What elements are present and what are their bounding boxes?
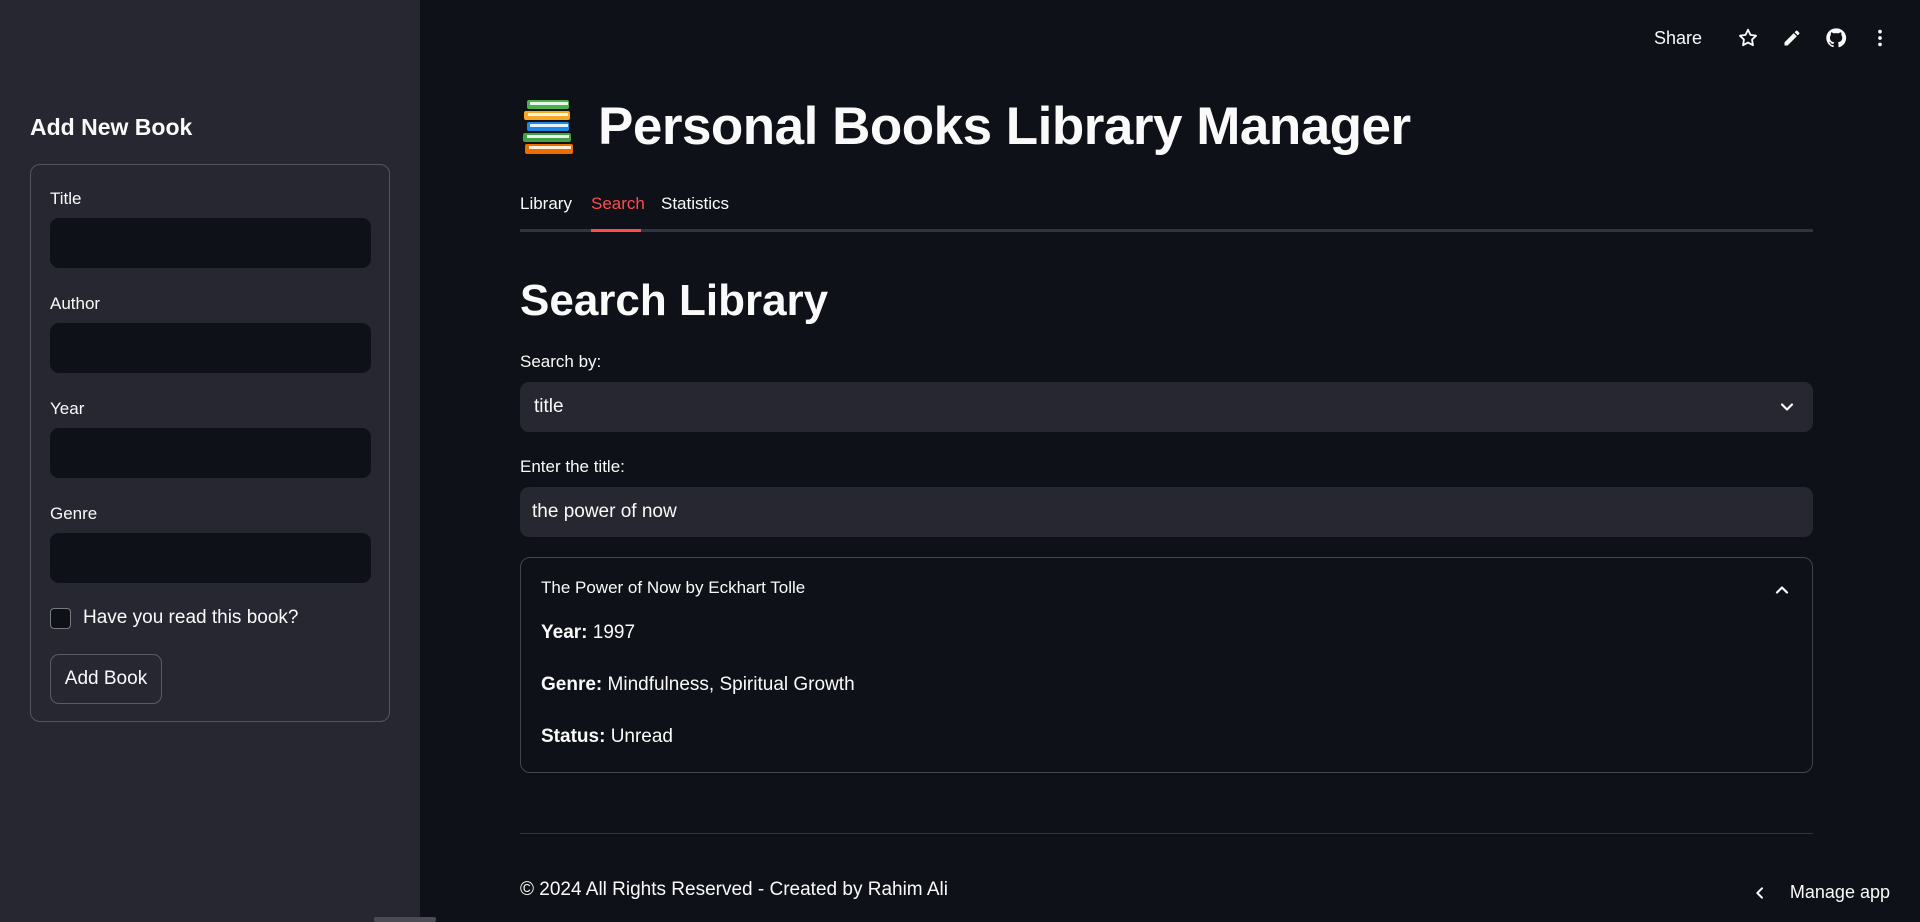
footer-divider (520, 833, 1813, 834)
author-input[interactable] (50, 323, 371, 373)
title-label: Title (50, 189, 82, 208)
read-checkbox[interactable] (50, 607, 71, 629)
top-toolbar: Share (1654, 22, 1902, 54)
page-title: Personal Books Library Manager (520, 96, 1411, 157)
read-checkbox-label: Have you read this book? (83, 607, 299, 628)
search-input[interactable] (520, 487, 1813, 537)
manage-app-button[interactable]: Manage app (1752, 882, 1890, 903)
read-checkbox-row[interactable]: Have you read this book? (50, 607, 298, 629)
search-by-label: Search by: (520, 352, 602, 371)
query-label: Enter the title: (520, 457, 625, 476)
app-title-text: Personal Books Library Manager (598, 97, 1411, 156)
manage-app-label: Manage app (1789, 882, 1890, 902)
add-book-form: Title Author Year Genre Have you read th… (30, 164, 390, 722)
footer-text: © 2024 All Rights Reserved - Created by … (520, 879, 948, 900)
result-status: Status: Unread (541, 726, 674, 747)
chevron-up-icon[interactable] (1772, 580, 1792, 600)
search-by-value: title (534, 396, 564, 417)
active-tab-indicator (591, 229, 641, 232)
tab-bar: Library Search Statistics (520, 194, 1813, 232)
more-vertical-icon[interactable] (1869, 27, 1891, 49)
genre-label: Genre (50, 504, 98, 523)
result-genre: Genre: Mindfulness, Spiritual Growth (541, 674, 855, 695)
result-expander: The Power of Now by Eckhart Tolle Year: … (520, 557, 1813, 773)
result-year: Year: 1997 (541, 622, 636, 643)
genre-input[interactable] (50, 533, 371, 583)
author-label: Author (50, 294, 101, 313)
section-title: Search Library (520, 276, 829, 325)
tab-statistics[interactable]: Statistics (661, 194, 729, 214)
sidebar-title: Add New Book (30, 114, 193, 140)
year-label: Year (50, 399, 85, 418)
sidebar-scrollbar[interactable] (374, 917, 436, 922)
add-book-button[interactable]: Add Book (50, 654, 162, 704)
pencil-icon[interactable] (1781, 27, 1803, 49)
tab-library[interactable]: Library (520, 194, 572, 214)
books-icon (521, 97, 575, 156)
star-icon[interactable] (1737, 27, 1759, 49)
sidebar: Add New Book Title Author Year Genre Hav… (0, 0, 436, 922)
search-by-select[interactable]: title (520, 382, 1813, 432)
chevron-down-icon (1780, 403, 1794, 411)
title-input[interactable] (50, 218, 371, 268)
result-header[interactable]: The Power of Now by Eckhart Tolle (541, 578, 805, 598)
github-icon[interactable] (1825, 27, 1847, 49)
year-input[interactable] (50, 428, 371, 478)
chevron-left-icon (1756, 886, 1763, 899)
share-button[interactable]: Share (1654, 28, 1702, 49)
tab-search[interactable]: Search (591, 194, 645, 214)
